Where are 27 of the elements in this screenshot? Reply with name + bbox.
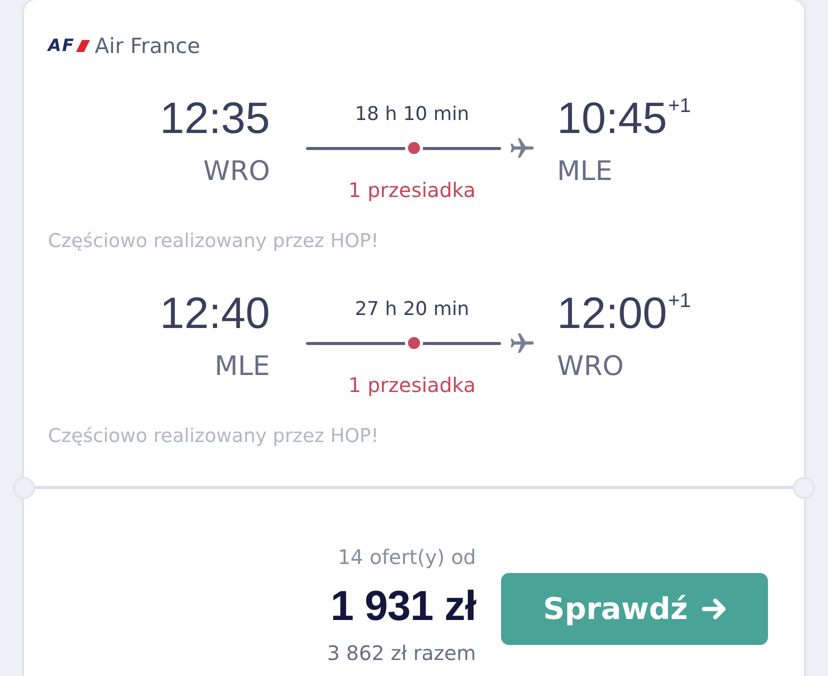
offers-count: 14 ofert(y) od <box>338 545 476 569</box>
plane-icon <box>510 333 534 353</box>
ticket-notch <box>13 476 35 498</box>
departure-airport: WRO <box>203 155 270 189</box>
stops-label: 1 przesiadka <box>347 178 477 202</box>
price-amount: 1 931 zł <box>330 583 476 629</box>
arrival-airport: MLE <box>557 155 612 189</box>
arrival-airport: WRO <box>557 350 624 384</box>
airline-name: Air France <box>94 34 200 58</box>
departure-time: 12:35 <box>160 93 270 145</box>
ticket-notch <box>793 476 815 498</box>
stops-label: 1 przesiadka <box>347 373 477 397</box>
arrival-time: 10:45 <box>557 93 668 145</box>
departure-time: 12:40 <box>160 288 270 340</box>
operator-note: Częściowo realizowany przez HOP! <box>48 229 380 253</box>
operator-note: Częściowo realizowany przez HOP! <box>48 424 380 448</box>
departure-airport: MLE <box>214 350 270 384</box>
day-offset: +1 <box>668 96 691 116</box>
plane-icon <box>510 138 534 158</box>
day-offset: +1 <box>668 291 691 311</box>
check-button[interactable]: Sprawdź <box>501 573 768 645</box>
flight-duration: 27 h 20 min <box>354 297 470 321</box>
flight-duration: 18 h 10 min <box>354 102 470 126</box>
airline-logo: AF <box>48 38 90 54</box>
arrow-right-icon <box>702 597 726 621</box>
arrival-time: 12:00 <box>557 288 668 340</box>
total-price: 3 862 zł razem <box>327 641 476 665</box>
